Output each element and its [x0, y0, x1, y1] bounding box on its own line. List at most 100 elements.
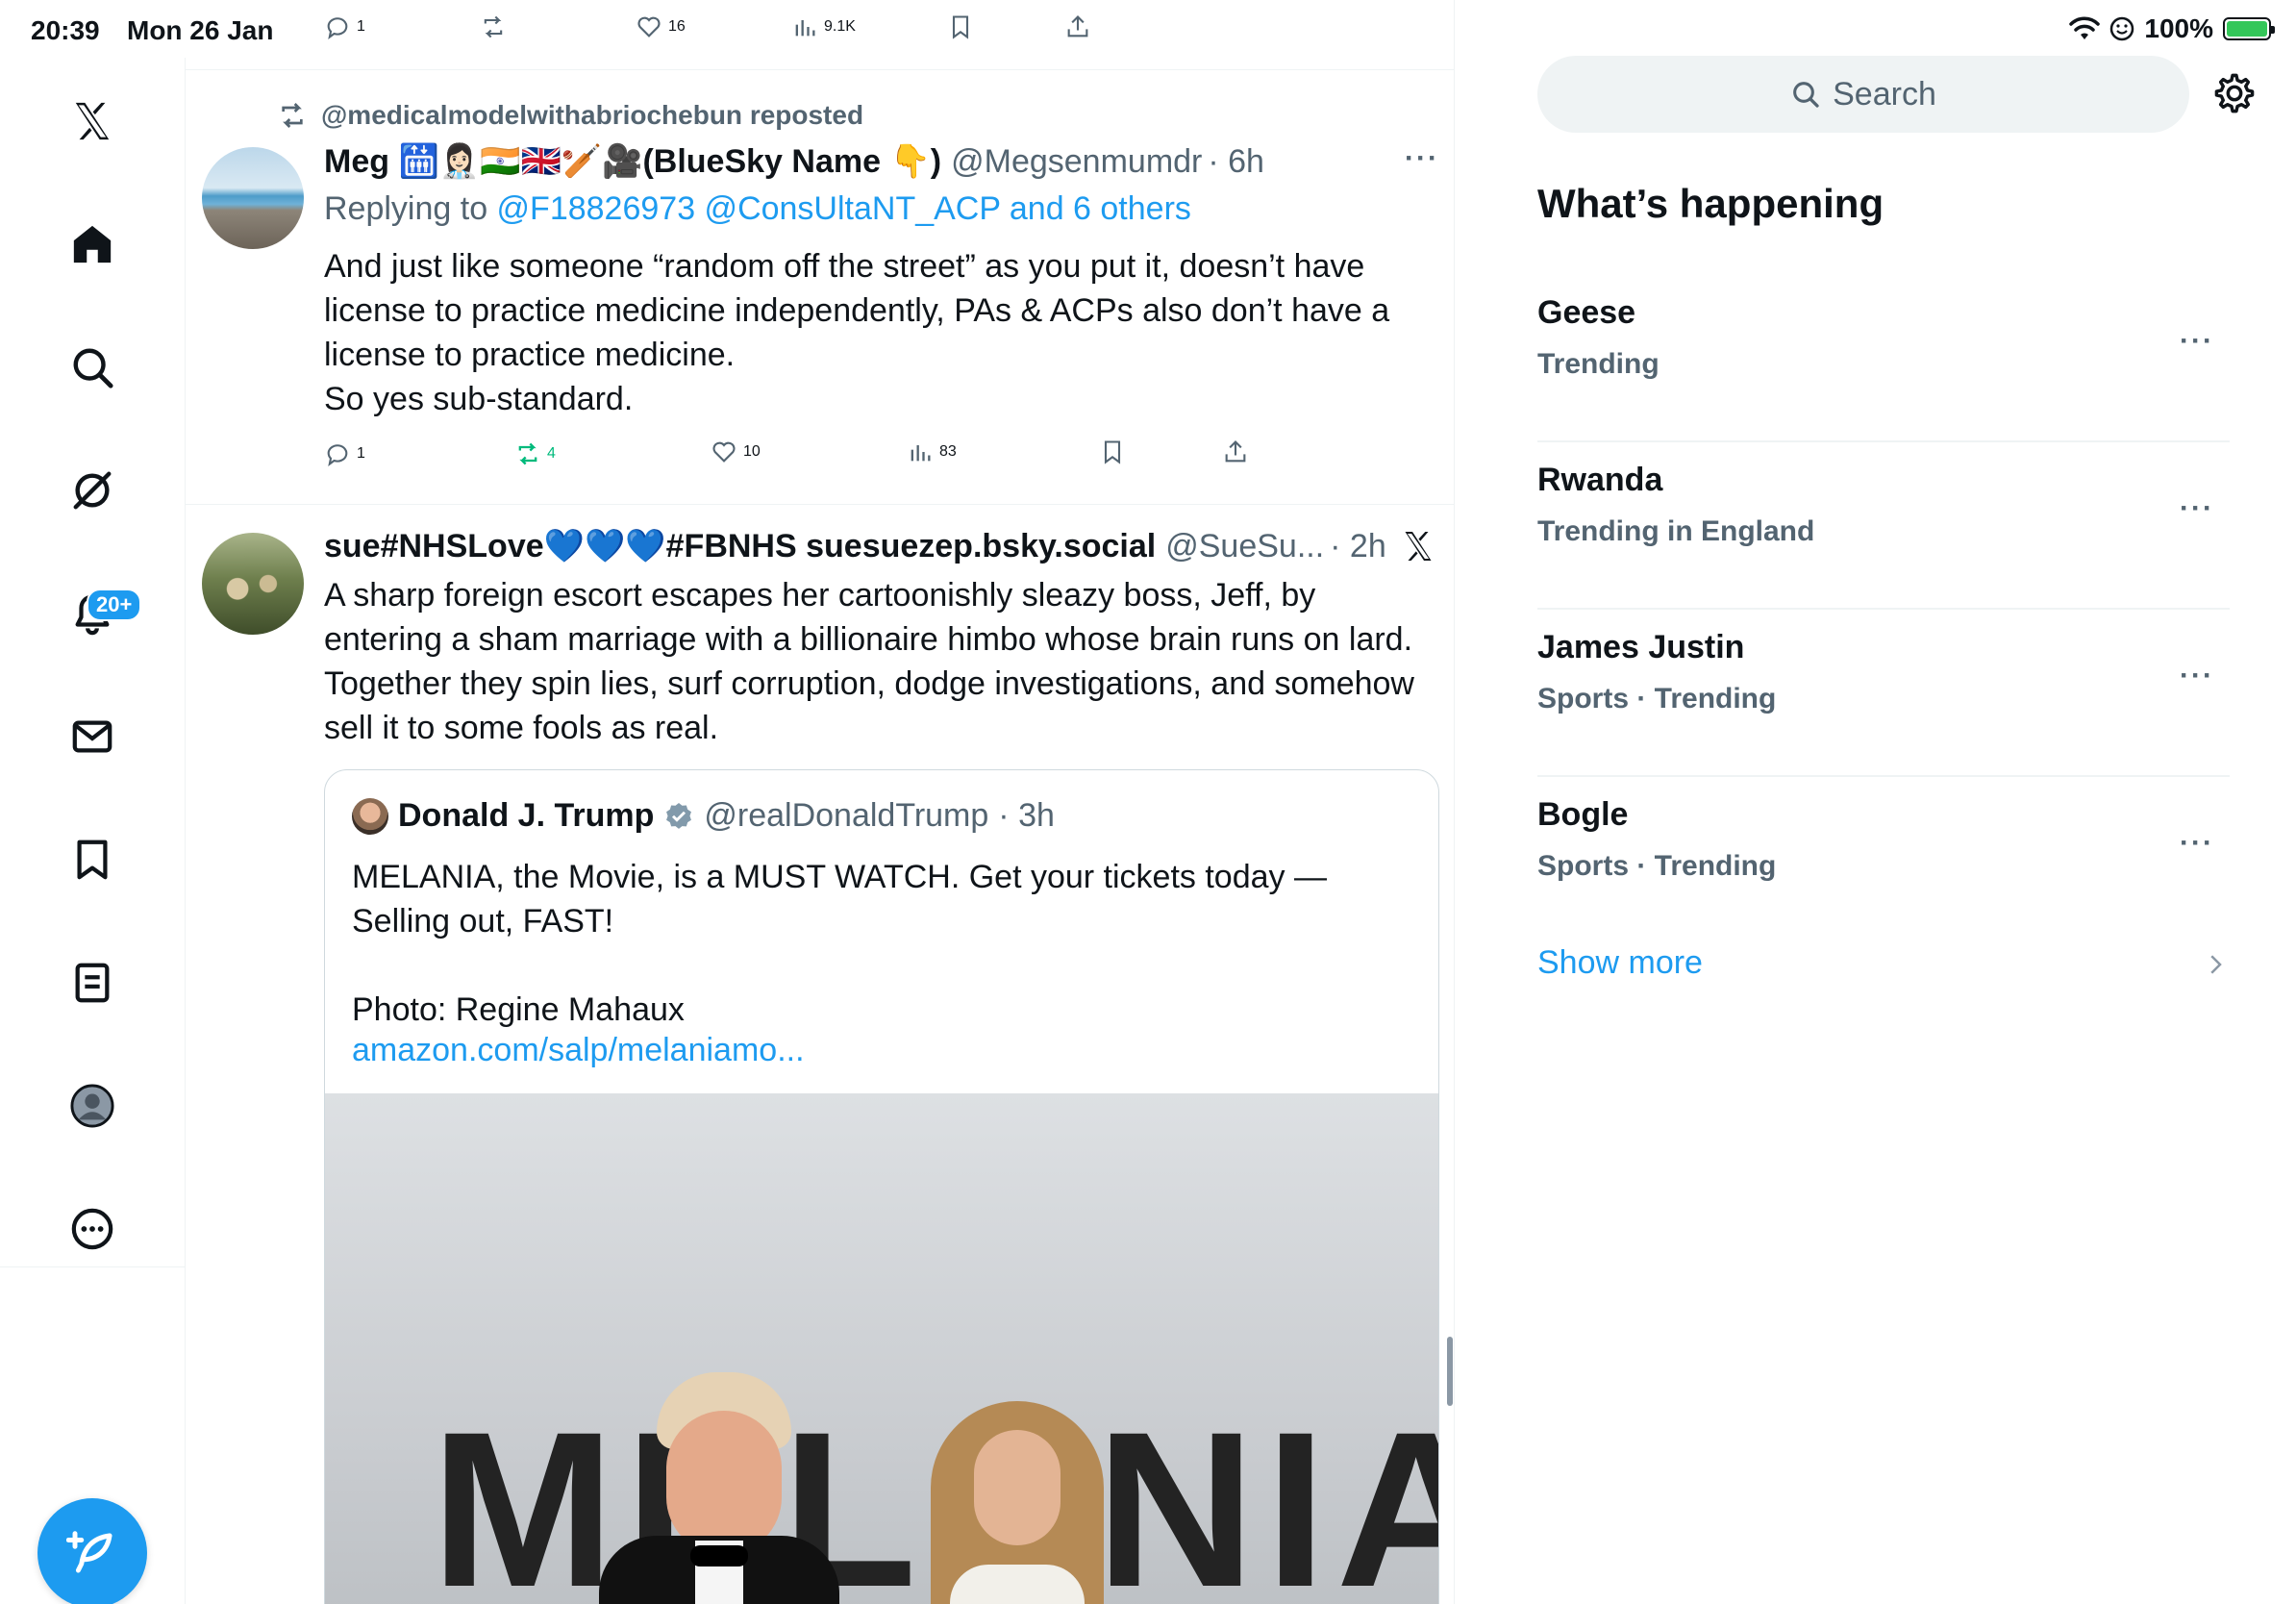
tweet-time[interactable]: · 6h — [1208, 143, 1264, 181]
quoted-tweet-header: Donald J. Trump @realDonaldTrump · 3h — [352, 797, 1055, 835]
nav-lists[interactable] — [46, 937, 138, 1029]
views-count: 83 — [939, 443, 957, 460]
feather-plus-icon — [66, 1531, 112, 1573]
like-action[interactable]: 16 — [636, 13, 686, 40]
image-figure-right — [921, 1401, 1113, 1604]
quoted-author-name[interactable]: Donald J. Trump — [398, 797, 654, 835]
quoted-tweet-text: MELANIA, the Movie, is a MUST WATCH. Get… — [352, 859, 1327, 1028]
bookmark-action[interactable] — [1099, 439, 1126, 465]
author-name[interactable]: Meg 🛗👩🏻‍⚕️🇮🇳🇬🇧🏏🎥(BlueSky Name 👇) — [324, 142, 941, 181]
quoted-tweet-image[interactable]: MELANIA — [325, 1093, 1438, 1604]
scrollbar-thumb[interactable] — [1447, 1337, 1453, 1406]
avatar-icon — [70, 1084, 114, 1128]
status-time: 20:39 — [31, 15, 100, 45]
trend-name: Rwanda — [1537, 462, 1663, 498]
share-action[interactable] — [1064, 13, 1091, 40]
trend-meta: Sports · Trending — [1537, 850, 1777, 882]
like-count: 16 — [668, 18, 686, 35]
repost-action[interactable] — [480, 13, 507, 40]
reply-count: 1 — [357, 18, 365, 35]
verified-badge-icon — [666, 802, 692, 829]
repost-count: 4 — [547, 445, 556, 462]
x-logo-icon[interactable] — [46, 75, 138, 167]
trend-item[interactable]: James Justin Sports · Trending ··· — [1537, 610, 2230, 777]
author-handle[interactable]: @SueSu... — [1165, 528, 1324, 565]
reply-action[interactable]: 1 — [324, 440, 365, 467]
views-action[interactable]: 9.1K — [791, 13, 856, 40]
image-figure-left — [599, 1372, 839, 1604]
share-action[interactable] — [1222, 439, 1249, 465]
quoted-tweet-link[interactable]: amazon.com/salp/melaniamo... — [352, 1032, 805, 1069]
reply-icon — [327, 444, 348, 466]
trend-more-button[interactable]: ··· — [2180, 325, 2214, 358]
mail-icon — [72, 720, 112, 753]
nav-explore[interactable] — [46, 321, 138, 414]
nav-profile[interactable] — [46, 1060, 138, 1152]
quoted-tweet[interactable]: Donald J. Trump @realDonaldTrump · 3h ME… — [324, 769, 1439, 1604]
quoted-tweet-time[interactable]: · 3h — [998, 797, 1055, 835]
nav-grok[interactable] — [46, 444, 138, 537]
heart-icon — [637, 16, 661, 38]
x-logo-icon — [1401, 529, 1435, 568]
reply-icon — [327, 17, 348, 39]
bookmark-icon — [952, 15, 969, 39]
compose-button[interactable] — [37, 1498, 147, 1604]
gear-icon[interactable] — [2212, 71, 2257, 115]
repost-icon — [518, 442, 537, 465]
trend-name: Geese — [1537, 294, 1636, 331]
replying-to-links[interactable]: @F18826973 @ConsUltaNT_ACP and 6 others — [497, 190, 1191, 227]
trend-item[interactable]: Bogle Sports · Trending ··· — [1537, 777, 2230, 944]
search-icon — [73, 348, 113, 388]
nav-more[interactable] — [46, 1183, 138, 1275]
bookmark-icon — [1104, 440, 1121, 464]
repost-context[interactable]: @medicalmodelwithabriochebun reposted — [277, 100, 863, 131]
trend-meta: Sports · Trending — [1537, 683, 1777, 714]
tweet-time[interactable]: · 2h — [1330, 528, 1386, 565]
search-input[interactable]: Search — [1537, 56, 2189, 133]
more-circle-icon — [71, 1208, 113, 1250]
tweet-text: A sharp foreign escort escapes her carto… — [324, 577, 1414, 746]
trend-more-button[interactable]: ··· — [2180, 827, 2214, 860]
author-handle[interactable]: @Megsenmumdr — [951, 143, 1202, 181]
share-icon — [1225, 440, 1246, 463]
tweet-more-button[interactable]: ··· — [1405, 142, 1439, 175]
trend-meta: Trending — [1537, 348, 1660, 380]
views-count: 9.1K — [824, 18, 856, 35]
chevron-right-icon — [2210, 955, 2222, 974]
show-more-link[interactable]: Show more — [1537, 944, 1703, 982]
nav-messages[interactable] — [46, 690, 138, 783]
trend-more-button[interactable]: ··· — [2180, 660, 2214, 692]
trend-more-button[interactable]: ··· — [2180, 492, 2214, 525]
like-action[interactable]: 10 — [711, 439, 761, 465]
nav-home[interactable] — [46, 198, 138, 290]
trend-item[interactable]: Rwanda Trending in England ··· — [1537, 442, 2230, 610]
timeline: 1 16 9.1K @medicalmodelwithabriochebun r… — [186, 0, 1455, 1604]
reply-action[interactable]: 1 — [324, 13, 365, 40]
repost-action[interactable]: 4 — [514, 440, 556, 467]
nav-bookmarks[interactable] — [46, 814, 138, 906]
avatar[interactable] — [352, 797, 388, 835]
tweet-header: Meg 🛗👩🏻‍⚕️🇮🇳🇬🇧🏏🎥(BlueSky Name 👇) @Megsen… — [324, 142, 1264, 181]
bookmark-action[interactable] — [947, 13, 974, 40]
trend-name: Bogle — [1537, 796, 1629, 833]
home-icon — [73, 225, 112, 263]
trend-item[interactable]: Geese Trending ··· — [1537, 275, 2230, 442]
avatar[interactable] — [202, 533, 304, 635]
views-icon — [911, 445, 931, 462]
whats-happening-title: What’s happening — [1537, 181, 1884, 226]
tweet-text: And just like someone “random off the st… — [324, 248, 1390, 417]
reply-count: 1 — [357, 445, 365, 462]
replying-prefix: Replying to — [324, 190, 497, 227]
quoted-author-handle[interactable]: @realDonaldTrump — [704, 797, 988, 835]
author-name[interactable]: sue#NHSLove💙💙💙#FBNHS suesuezep.bsky.soci… — [324, 527, 1156, 565]
nav-divider — [0, 1266, 186, 1267]
nav-notifications[interactable]: 20+ — [46, 567, 142, 660]
repost-icon — [282, 103, 303, 128]
repost-context-text: @medicalmodelwithabriochebun reposted — [321, 100, 864, 130]
trend-name: James Justin — [1537, 629, 1745, 665]
views-action[interactable]: 83 — [907, 439, 957, 465]
search-placeholder: Search — [1833, 75, 1936, 113]
avatar[interactable] — [202, 147, 304, 249]
trend-meta: Trending in England — [1537, 515, 1815, 547]
grok-icon — [73, 471, 112, 510]
